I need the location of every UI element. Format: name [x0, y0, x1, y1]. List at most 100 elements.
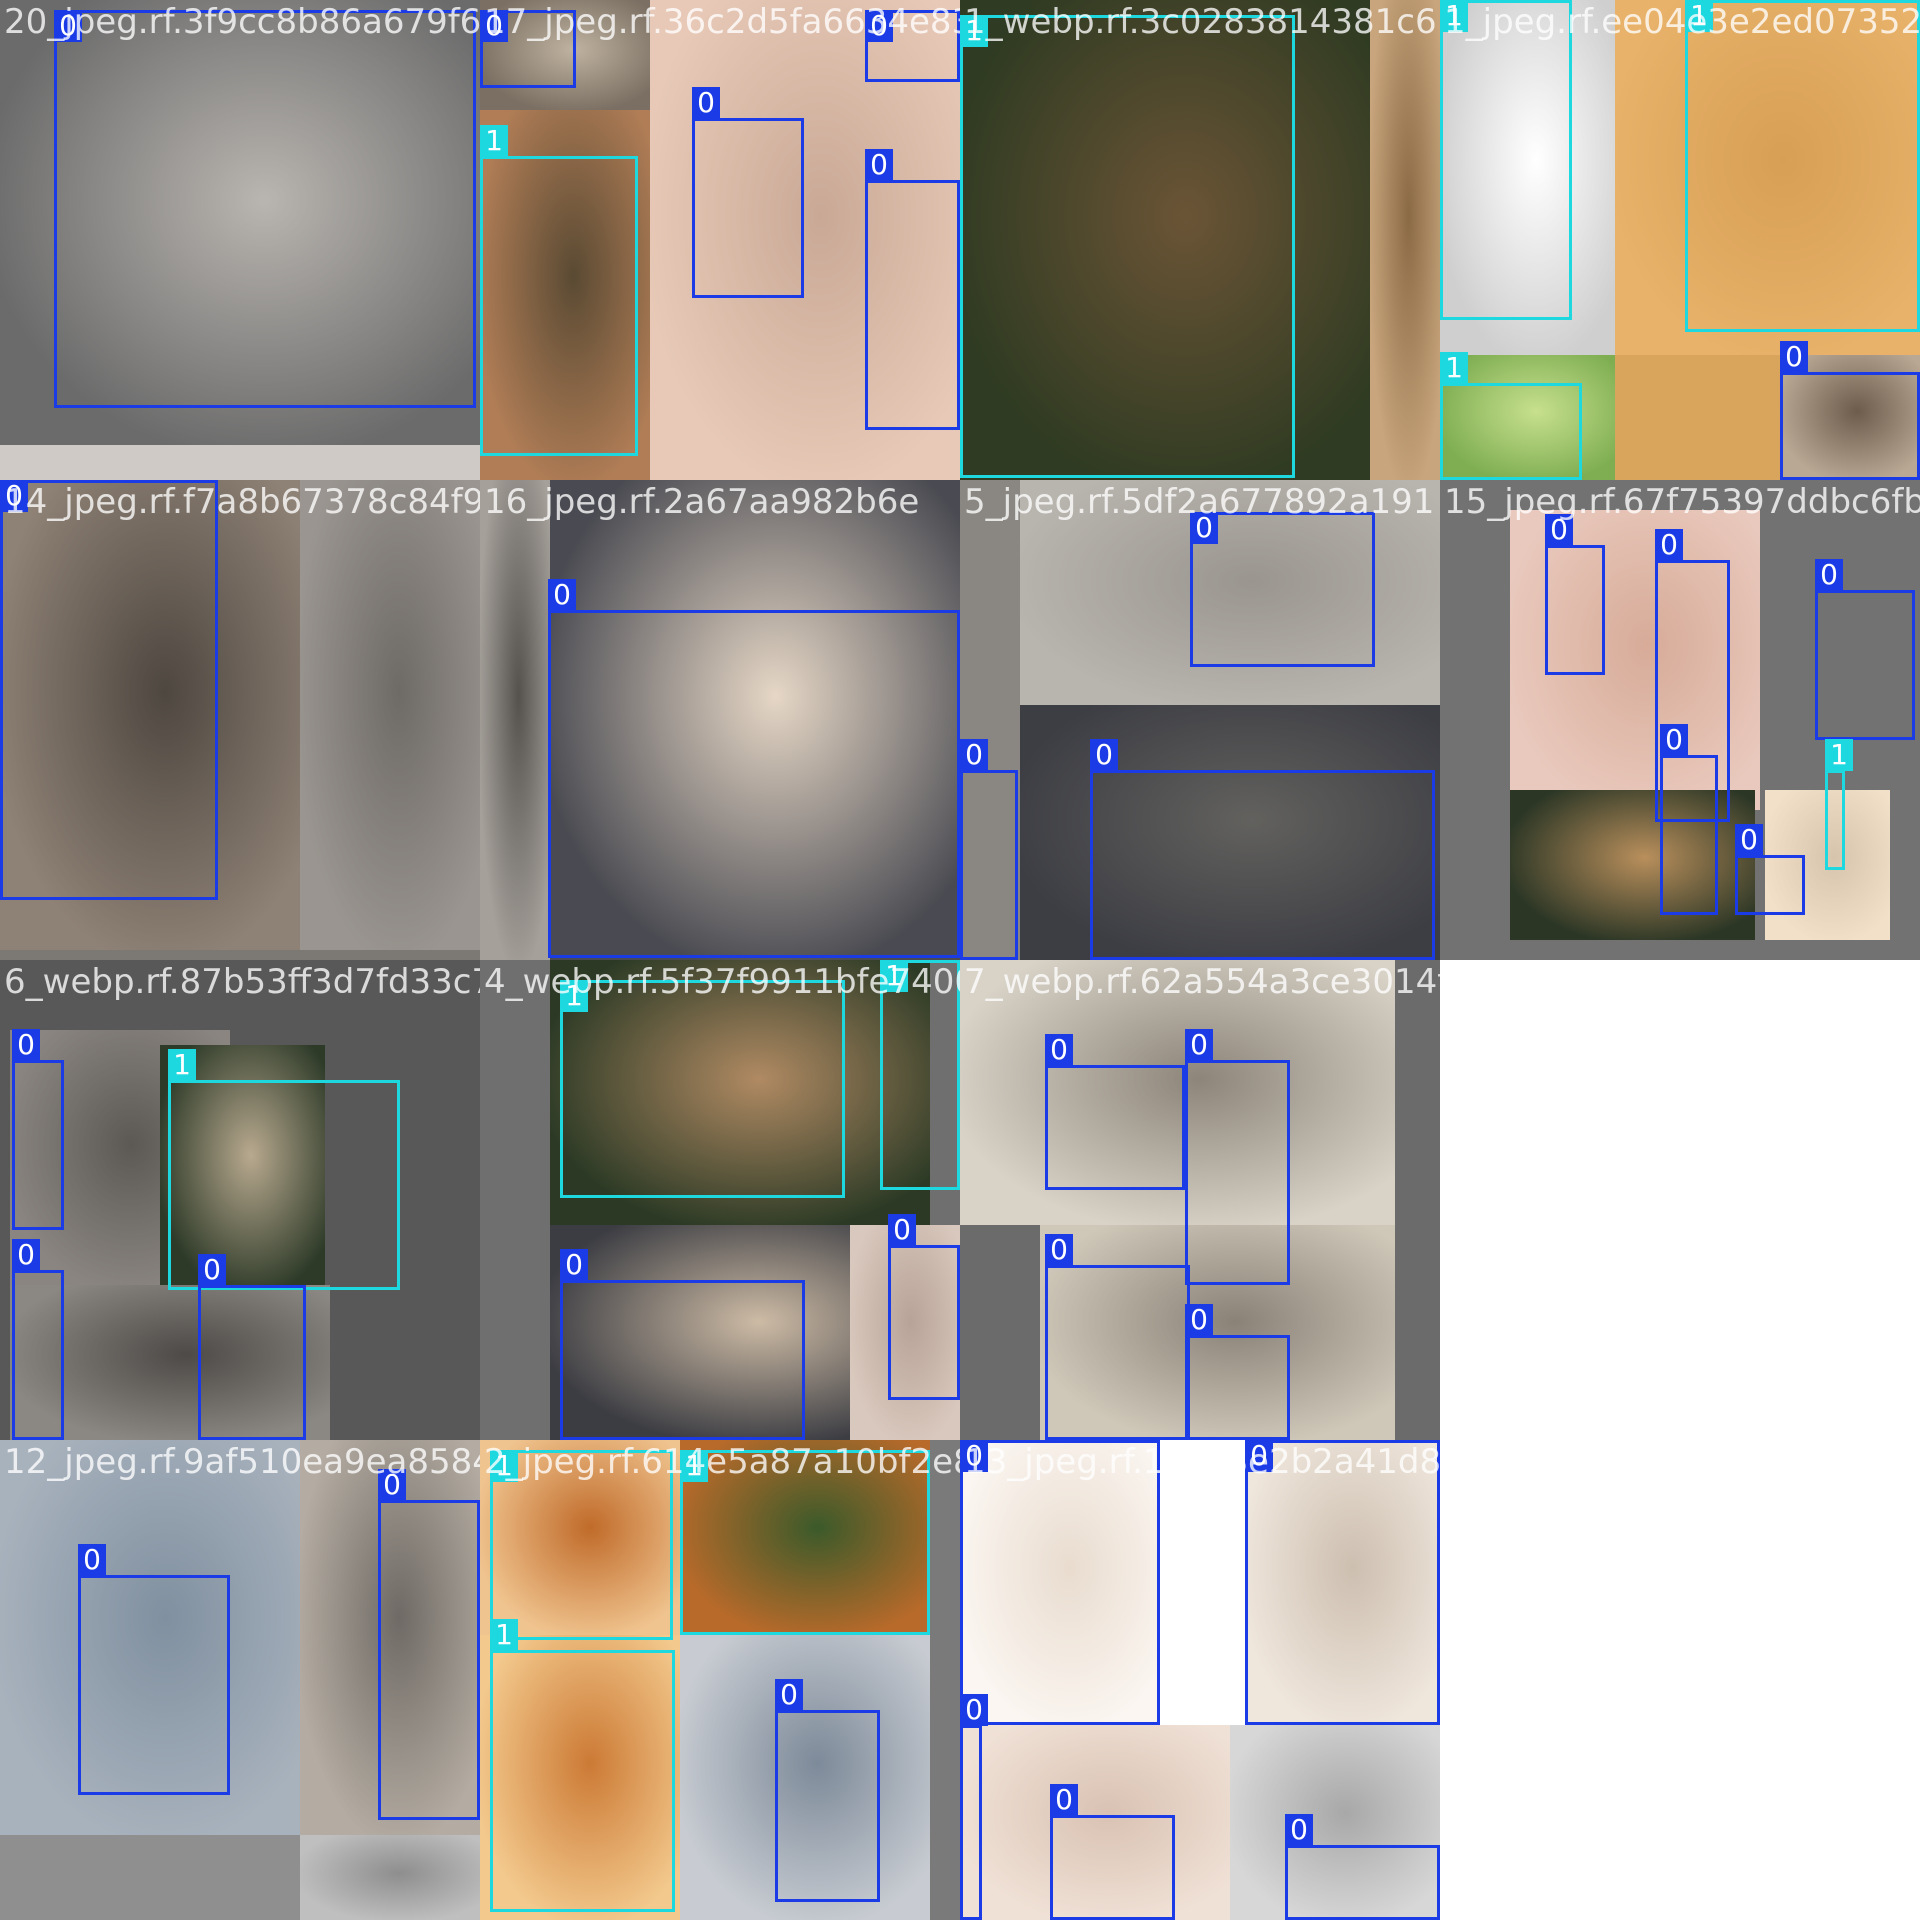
class-label: 0 — [1780, 341, 1808, 373]
class-label: 0 — [12, 1239, 40, 1271]
bbox-class-0: 0 — [865, 149, 960, 430]
class-label: 0 — [1545, 514, 1573, 546]
bbox-class-1: 1 — [680, 1450, 930, 1635]
bbox-class-0: 0 — [775, 1679, 880, 1902]
bbox-class-1: 1 — [490, 1619, 675, 1912]
bbox-class-1: 1 — [1440, 0, 1572, 320]
class-label: 0 — [1655, 529, 1683, 561]
image-filename: 6_webp.rf.87b53ff3d7fd33c74 — [4, 962, 480, 1002]
class-label: 0 — [480, 10, 508, 42]
class-label: 0 — [775, 1679, 803, 1711]
bbox-class-0: 0 — [1090, 739, 1435, 960]
class-label: 0 — [888, 1214, 916, 1246]
bbox-class-0: 0 — [1660, 724, 1718, 915]
class-label: 0 — [1285, 1814, 1313, 1846]
photo-crop — [300, 480, 480, 950]
class-label: 1 — [168, 1049, 196, 1081]
bbox-class-1: 1 — [490, 1450, 673, 1640]
bbox-class-0: 0 — [1780, 341, 1920, 480]
class-label: 1 — [880, 960, 908, 992]
class-label: 0 — [12, 1029, 40, 1061]
bbox-class-0: 0 — [1045, 1234, 1190, 1440]
class-label: 0 — [1045, 1234, 1073, 1266]
bbox-class-0: 0 — [1045, 1034, 1185, 1190]
class-label: 0 — [1045, 1034, 1073, 1066]
class-label: 1 — [1825, 739, 1853, 771]
bbox-class-0: 0 — [888, 1214, 960, 1400]
class-label: 1 — [1440, 352, 1468, 384]
bbox-class-0: 0 — [548, 579, 960, 958]
bbox-class-0: 0 — [560, 1249, 805, 1440]
bbox-class-0: 0 — [960, 1694, 988, 1920]
photo-crop — [300, 1835, 480, 1920]
mosaic-tile: 0 0 0 0 1 0 15_jpeg.rf.67f75397ddbc6fb6 — [1440, 480, 1920, 960]
class-label: 0 — [560, 1249, 588, 1281]
class-label: 0 — [1185, 1029, 1213, 1061]
class-label: 0 — [960, 1694, 988, 1726]
class-label: 0 — [1815, 559, 1843, 591]
class-label: 0 — [865, 10, 893, 42]
class-label: 0 — [692, 87, 720, 119]
bbox-class-0: 0 — [960, 739, 1018, 960]
bbox-class-0: 0 — [12, 1239, 64, 1440]
class-label: 0 — [54, 10, 82, 42]
mosaic-tile: 0 20_jpeg.rf.3f9cc8b86a679f6 — [0, 0, 480, 480]
bbox-class-0: 0 — [1185, 1304, 1290, 1440]
class-label: 0 — [198, 1254, 226, 1286]
class-label: 0 — [960, 739, 988, 771]
bbox-class-0: 0 — [0, 480, 218, 900]
class-label: 0 — [960, 1440, 988, 1472]
class-label: 0 — [1245, 1440, 1273, 1472]
class-label: 1 — [1440, 0, 1468, 32]
bbox-class-1: 1 — [1440, 352, 1582, 480]
class-label: 0 — [78, 1544, 106, 1576]
class-label: 0 — [1190, 512, 1218, 544]
bbox-class-0: 0 — [960, 1440, 1160, 1725]
mosaic-tile: 0 0 12_jpeg.rf.9af510ea9ea85848 — [0, 1440, 480, 1920]
bbox-class-1: 1 — [480, 125, 638, 456]
class-label: 1 — [680, 1450, 708, 1482]
bbox-class-0: 0 — [1050, 1784, 1175, 1920]
mosaic-tile: 0 1 0 0 0 17_jpeg.rf.36c2d5fa6634e83c — [480, 0, 960, 480]
class-label: 1 — [560, 980, 588, 1012]
bbox-class-0: 0 — [1190, 512, 1375, 667]
mosaic-tile: 11101_jpeg.rf.ee04e3e2ed07352fca — [1440, 0, 1920, 480]
bbox-class-1: 1 — [880, 960, 960, 1190]
bbox-class-0: 0 — [378, 1469, 480, 1820]
bbox-class-0: 0 — [480, 10, 576, 88]
mosaic-tile — [1440, 960, 1920, 1440]
class-label: 0 — [1660, 724, 1688, 756]
mosaic-tile: 0 16_jpeg.rf.2a67aa982b6e — [480, 480, 960, 960]
class-label: 1 — [1685, 0, 1713, 32]
mosaic-tile: 1 1 0 0 4_webp.rf.5f37f9911bfe74007 — [480, 960, 960, 1440]
class-label: 1 — [480, 125, 508, 157]
bbox-class-0: 0 — [865, 10, 960, 82]
bbox-class-1: 1 — [560, 980, 845, 1198]
bbox-class-0: 0 — [1815, 559, 1915, 740]
bbox-class-0: 0 — [54, 10, 476, 408]
mosaic-tile — [1440, 1440, 1920, 1920]
mosaic-tile: 0 1 0 0 6_webp.rf.87b53ff3d7fd33c74 — [0, 960, 480, 1440]
mosaic-tile: 1 1 1 0 2_jpeg.rf.614e5a87a10bf2e86 — [480, 1440, 960, 1920]
class-label: 0 — [378, 1469, 406, 1501]
bbox-class-0: 0 — [1245, 1440, 1440, 1725]
photo-crop — [1370, 0, 1440, 480]
bbox-class-1: 1 — [1685, 0, 1920, 332]
class-label: 0 — [0, 480, 28, 512]
photo-crop — [480, 480, 550, 960]
mosaic-tile: 0000013_jpeg.rf.1c5d8e2b2a41d8f03b85aa5b… — [960, 1440, 1440, 1920]
bbox-class-0: 0 — [12, 1029, 64, 1230]
bbox-class-0: 0 — [1735, 824, 1805, 915]
class-label: 0 — [1090, 739, 1118, 771]
mosaic-grid: 0 20_jpeg.rf.3f9cc8b86a679f6 0 1 0 0 0 17_jpeg.… — [0, 0, 1920, 1920]
bbox-class-1: 1 — [960, 15, 1295, 478]
class-label: 0 — [1735, 824, 1763, 856]
bbox-class-1: 1 — [1825, 739, 1853, 870]
class-label: 0 — [865, 149, 893, 181]
mosaic-tile: 101_webp.rf.3c0283814381c6 — [960, 0, 1440, 480]
bbox-class-0: 0 — [198, 1254, 306, 1440]
mosaic-tile: 0 0 0 5_jpeg.rf.5df2a677892a191 — [960, 480, 1440, 960]
bbox-class-0: 0 — [1545, 514, 1605, 675]
class-label: 1 — [490, 1619, 518, 1651]
class-label: 0 — [548, 579, 576, 611]
